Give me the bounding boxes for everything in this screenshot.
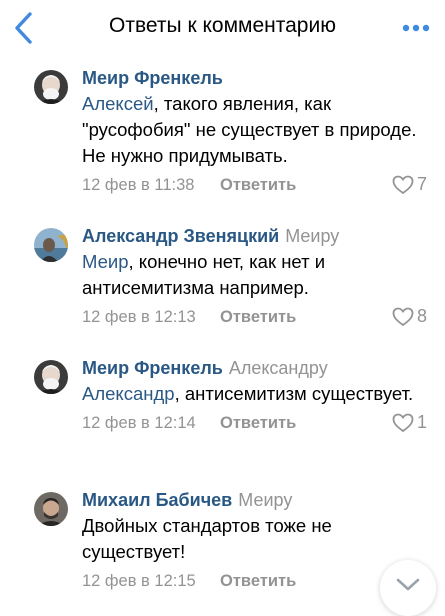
comment-date: 12 фев в 12:14 [82, 414, 196, 432]
comment-mention[interactable]: Александр [82, 383, 175, 404]
comment-meta: 12 фев в 11:38 Ответить 7 [82, 172, 431, 200]
comment-text: Александр, антисемитизм существует. [82, 383, 414, 404]
reply-to-label[interactable]: Меиру [285, 226, 339, 246]
comment-text: Алексей, такого явления, как "русофобия"… [82, 93, 417, 166]
comment-author[interactable]: Меир Френкель [82, 358, 223, 378]
like-button[interactable]: 8 [392, 306, 427, 327]
header: Ответы к комментарию [0, 0, 445, 56]
comment-date: 12 фев в 12:13 [82, 308, 196, 326]
heart-icon [392, 175, 414, 194]
reply-to-label[interactable]: Александру [229, 358, 328, 378]
reply-to-label[interactable]: Меиру [238, 490, 292, 510]
comment-author[interactable]: Александр Звеняцкий [82, 226, 279, 246]
avatar[interactable] [34, 360, 68, 394]
comment-author[interactable]: Меир Френкель [82, 68, 223, 88]
like-button[interactable]: 1 [392, 412, 427, 433]
reply-button[interactable]: Ответить [220, 414, 296, 433]
heart-icon [392, 307, 414, 326]
more-button[interactable] [401, 18, 431, 38]
comment-author[interactable]: Михаил Бабичев [82, 490, 232, 510]
like-count: 1 [416, 412, 427, 432]
more-dots-icon [402, 24, 430, 32]
reply-button[interactable]: Ответить [220, 176, 296, 195]
comment-meta: 12 фев в 12:14 Ответить 1 [82, 410, 431, 438]
reply-button[interactable]: Ответить [220, 572, 296, 591]
comment-date: 12 фев в 12:15 [82, 572, 196, 590]
avatar[interactable] [34, 70, 68, 104]
comment-date: 12 фев в 11:38 [82, 176, 195, 194]
page-title: Ответы к комментарию [109, 14, 336, 37]
like-button[interactable]: 7 [392, 174, 427, 195]
comment-mention[interactable]: Меир [82, 251, 129, 272]
chevron-down-icon [396, 578, 420, 591]
like-count: 7 [416, 174, 427, 194]
reply-button[interactable]: Ответить [220, 308, 296, 327]
heart-icon [392, 413, 414, 432]
scroll-down-button[interactable] [380, 560, 436, 616]
avatar[interactable] [34, 492, 68, 526]
comment-meta: 12 фев в 12:15 Ответить [82, 568, 431, 596]
comment-meta: 12 фев в 12:13 Ответить 8 [82, 304, 431, 332]
comment-text: Меир, конечно нет, как нет и антисемитиз… [82, 251, 326, 298]
comment-mention[interactable]: Алексей [82, 93, 154, 114]
comment-text: Двойных стандартов тоже не существует! [82, 515, 332, 562]
like-count: 8 [416, 306, 427, 326]
avatar[interactable] [34, 228, 68, 262]
